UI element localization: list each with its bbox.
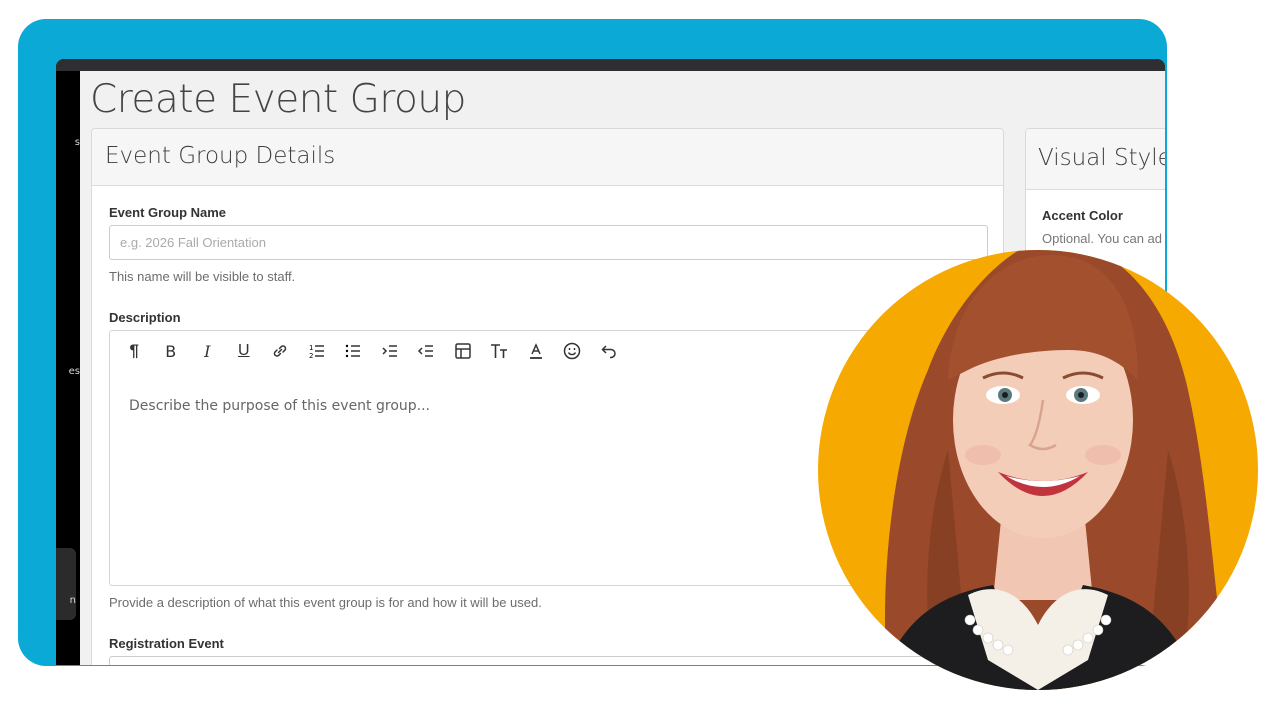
undo-icon[interactable] — [591, 339, 628, 363]
description-label: Description — [109, 310, 181, 325]
event-group-name-help: This name will be visible to staff. — [109, 269, 296, 284]
sidebar-item-2[interactable]: es — [56, 366, 80, 377]
accent-color-label: Accent Color — [1042, 208, 1123, 223]
text-size-icon[interactable] — [481, 339, 518, 363]
top-bar — [56, 59, 1165, 71]
ordered-list-icon[interactable]: 12 — [299, 339, 336, 363]
sidebar: s es n — [56, 71, 80, 665]
italic-icon[interactable]: I — [189, 339, 226, 363]
portrait-illustration — [878, 250, 1228, 690]
outdent-icon[interactable] — [408, 339, 445, 363]
table-icon[interactable] — [445, 339, 482, 363]
registration-event-label: Registration Event — [109, 636, 224, 651]
event-group-name-label: Event Group Name — [109, 205, 227, 220]
registration-event-select[interactable] — [109, 656, 988, 665]
card-title: Event Group Details — [92, 129, 1003, 186]
indent-icon[interactable] — [372, 339, 409, 363]
emoji-icon[interactable] — [554, 339, 591, 363]
event-group-name-input[interactable]: e.g. 2026 Fall Orientation — [109, 225, 988, 260]
link-icon[interactable] — [262, 339, 299, 363]
description-placeholder: Describe the purpose of this event group… — [129, 398, 431, 414]
accent-color-help: Optional. You can ad — [1042, 231, 1162, 246]
editor-toolbar: ¶ B I U 12 — [116, 339, 627, 363]
presenter-portrait — [818, 250, 1258, 690]
description-help: Provide a description of what this event… — [109, 595, 542, 610]
bullet-list-icon[interactable] — [335, 339, 372, 363]
page-title: Create Event Group — [90, 77, 466, 122]
font-color-icon[interactable] — [518, 339, 555, 363]
underline-icon[interactable]: U — [226, 339, 263, 363]
sidebar-item-1[interactable]: s — [56, 137, 80, 148]
sidebar-active-item[interactable]: n — [56, 548, 76, 620]
bold-icon[interactable]: B — [153, 339, 190, 363]
svg-text:1: 1 — [309, 344, 313, 352]
paragraph-icon[interactable]: ¶ — [116, 339, 153, 363]
sidebar-item-3: n — [69, 595, 76, 606]
svg-text:2: 2 — [309, 352, 313, 360]
visual-style-title: Visual Style — [1026, 129, 1165, 190]
